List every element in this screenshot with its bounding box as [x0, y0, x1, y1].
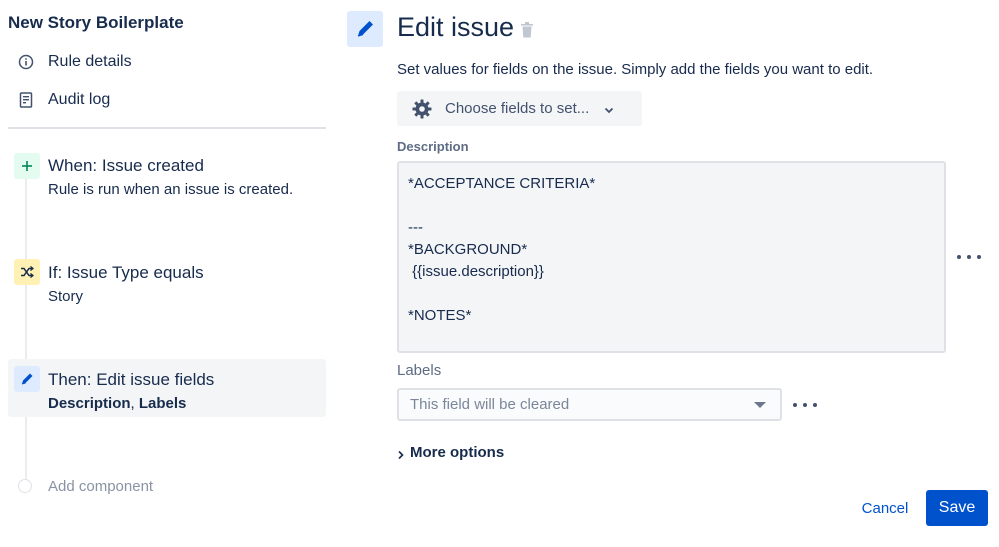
description-line	[408, 283, 935, 305]
add-component-label: Add component	[48, 477, 154, 495]
description-field-label: Description	[397, 139, 469, 154]
rule-sidebar: New Story Boilerplate Rule details Audit…	[0, 0, 330, 547]
divider	[8, 127, 326, 129]
step-trigger[interactable]: When: Issue created Rule is run when an …	[8, 148, 326, 204]
nav-rule-details[interactable]: Rule details	[12, 48, 132, 76]
editor-description: Set values for fields on the issue. Simp…	[397, 61, 874, 78]
step-subtitle: Story	[48, 288, 84, 305]
description-line	[408, 195, 935, 217]
nav-label: Rule details	[48, 53, 132, 70]
step-title: When: Issue created	[48, 156, 204, 175]
gear-icon	[411, 98, 433, 120]
chevron-right-icon	[397, 447, 405, 460]
description-line: {{issue.description}}	[408, 263, 544, 280]
edit-pencil-icon	[347, 11, 383, 47]
description-line: *ACCEPTANCE CRITERIA*	[408, 175, 596, 192]
step-subtitle: Rule is run when an issue is created.	[48, 181, 294, 198]
labels-select[interactable]: This field will be cleared	[397, 388, 782, 421]
choose-fields-label: Choose fields to set...	[445, 100, 590, 117]
pencil-icon	[14, 366, 40, 392]
chevron-down-icon	[603, 103, 615, 115]
step-subtitle: Description, Labels	[48, 395, 186, 412]
choose-fields-button[interactable]: Choose fields to set...	[397, 91, 642, 126]
more-options-toggle[interactable]: More options	[397, 441, 504, 463]
labels-field-label: Labels	[397, 362, 442, 379]
step-action-selected[interactable]: Then: Edit issue fields Description, Lab…	[8, 359, 326, 417]
subtitle-description: Description	[48, 395, 131, 412]
document-icon	[12, 86, 40, 114]
shuffle-icon	[14, 259, 40, 285]
add-circle-icon	[18, 479, 32, 493]
description-line: ---	[408, 219, 423, 236]
more-options-label: More options	[410, 443, 505, 461]
nav-label: Audit log	[48, 91, 111, 108]
info-icon	[12, 48, 40, 76]
labels-more-icon[interactable]	[793, 400, 817, 410]
add-component-button[interactable]: Add component	[18, 474, 153, 498]
step-title: Then: Edit issue fields	[48, 370, 215, 389]
plus-icon	[14, 153, 40, 179]
nav-audit-log[interactable]: Audit log	[12, 86, 110, 114]
subtitle-separator: ,	[130, 395, 139, 412]
timeline-line	[25, 168, 27, 480]
subtitle-labels: Labels	[138, 395, 187, 412]
description-more-icon[interactable]	[957, 252, 981, 262]
labels-placeholder: This field will be cleared	[410, 396, 570, 413]
save-button[interactable]: Save	[926, 490, 988, 526]
step-condition[interactable]: If: Issue Type equals Story	[8, 254, 326, 310]
cancel-button[interactable]: Cancel	[850, 492, 920, 525]
caret-down-icon	[754, 401, 766, 408]
description-textarea[interactable]: *ACCEPTANCE CRITERIA* --- *BACKGROUND* {…	[397, 161, 946, 353]
trash-icon[interactable]	[519, 21, 535, 39]
description-line: *BACKGROUND*	[408, 241, 528, 258]
editor-title: Edit issue	[397, 12, 515, 42]
rule-title: New Story Boilerplate	[8, 13, 184, 32]
step-title: If: Issue Type equals	[48, 263, 204, 282]
description-line: *NOTES*	[408, 307, 472, 324]
